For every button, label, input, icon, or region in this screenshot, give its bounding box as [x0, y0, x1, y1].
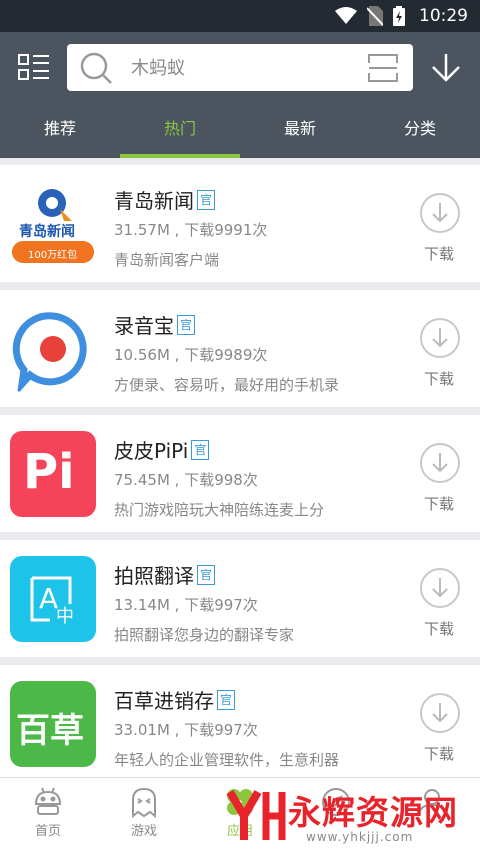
app-card[interactable]: 百草 百草进销存 官 33.01M , 下载997次 年轻人的企业管理软件，生意…: [0, 665, 480, 777]
header: 推荐 热门 最新 分类: [0, 32, 480, 158]
no-sim-icon: [367, 6, 383, 26]
nav-label: 首页: [34, 824, 61, 839]
category-menu-button[interactable]: [16, 50, 52, 86]
app-icon-baicao: 百草: [10, 681, 96, 767]
app-card[interactable]: A 中 拍照翻译 官 13.14M , 下载997次 拍照翻译您身边的翻译专家 …: [0, 540, 480, 657]
search-box[interactable]: [67, 44, 413, 91]
app-name: 青岛新闻: [114, 189, 194, 213]
official-badge: 官: [177, 314, 196, 335]
app-card[interactable]: Pi 皮皮PiPi 官 75.45M , 下载998次 热门游戏陪玩大神陪练连麦…: [0, 415, 480, 532]
qingdao-news-icon-text: 青岛新闻: [19, 224, 75, 240]
download-manager-button[interactable]: [430, 50, 462, 86]
app-list: 青岛新闻 100万红包 青岛新闻 官 31.57M , 下载9991次 青岛新闻…: [0, 158, 480, 777]
app-meta: 31.57M , 下载9991次: [114, 221, 268, 239]
download-button[interactable]: [420, 568, 460, 608]
watermark-text: 永辉资源网: [288, 793, 458, 832]
search-icon: [80, 52, 112, 84]
wifi-icon: [335, 7, 357, 24]
scan-icon[interactable]: [367, 53, 399, 83]
status-bar: 10:29: [0, 0, 480, 32]
list-menu-icon: [18, 54, 49, 80]
download-icon: [432, 703, 448, 723]
app-description: 年轻人的企业管理软件，生意利器: [114, 751, 340, 769]
official-badge: 官: [191, 439, 210, 460]
download-button[interactable]: [420, 693, 460, 733]
battery-charging-icon: [393, 6, 405, 26]
app-description: 方便录、容易听，最好用的手机录: [114, 376, 340, 394]
watermark-logo-icon: [226, 789, 286, 840]
search-input[interactable]: [131, 52, 351, 84]
download-button[interactable]: [420, 443, 460, 483]
download-icon: [432, 578, 448, 598]
app-icon-recorder: [10, 306, 96, 392]
download-button[interactable]: [420, 318, 460, 358]
official-badge: 官: [217, 689, 236, 710]
download-label[interactable]: 下载: [424, 243, 454, 264]
download-icon: [432, 453, 448, 473]
app-card[interactable]: 青岛新闻 100万红包 青岛新闻 官 31.57M , 下载9991次 青岛新闻…: [0, 165, 480, 282]
baicao-icon-text: 百草: [16, 711, 84, 751]
ghost-icon: [132, 787, 156, 818]
official-badge: 官: [197, 189, 216, 210]
robot-icon: [34, 787, 62, 815]
app-name: 百草进销存: [114, 689, 214, 713]
qingdao-news-icon-subtext: 100万红包: [28, 250, 78, 261]
download-label[interactable]: 下载: [424, 368, 454, 389]
app-card[interactable]: 录音宝 官 10.56M , 下载9989次 方便录、容易听，最好用的手机录 下…: [0, 290, 480, 407]
tab-popular[interactable]: 热门: [120, 104, 240, 158]
status-time: 10:29: [419, 6, 468, 26]
download-label[interactable]: 下载: [424, 618, 454, 639]
nav-label: 游戏: [130, 824, 157, 839]
app-icon-photo-translate: A 中: [10, 556, 96, 642]
official-badge: 官: [197, 564, 216, 585]
app-icon-pipi: Pi: [10, 431, 96, 517]
download-arrow-icon: [432, 54, 460, 82]
download-button[interactable]: [420, 193, 460, 233]
site-watermark: 永辉资源网 www.yhkjjj.com: [226, 786, 462, 848]
app-icon-qingdao-news: 青岛新闻 100万红包: [10, 181, 96, 267]
app-name: 录音宝: [114, 314, 174, 338]
watermark-url: www.yhkjjj.com: [306, 830, 414, 844]
app-meta: 13.14M , 下载997次: [114, 596, 258, 614]
app-meta: 10.56M , 下载9989次: [114, 346, 268, 364]
app-name: 皮皮PiPi: [114, 439, 189, 463]
app-description: 拍照翻译您身边的翻译专家: [114, 626, 295, 644]
record-button-icon: [12, 312, 87, 392]
download-icon: [432, 203, 448, 223]
tab-bar: 推荐 热门 最新 分类: [0, 104, 480, 158]
download-label[interactable]: 下载: [424, 743, 454, 764]
translate-icon-subtext: 中: [56, 606, 74, 627]
app-meta: 33.01M , 下载997次: [114, 721, 258, 739]
app-description: 热门游戏陪玩大神陪练连麦上分: [114, 501, 325, 519]
app-description: 青岛新闻客户端: [114, 251, 220, 269]
nav-home[interactable]: 首页: [0, 778, 96, 853]
app-meta: 75.45M , 下载998次: [114, 471, 258, 489]
tab-recommend[interactable]: 推荐: [0, 104, 120, 158]
tab-latest[interactable]: 最新: [240, 104, 360, 158]
download-icon: [432, 328, 448, 348]
pipi-icon-text: Pi: [23, 444, 75, 500]
app-name: 拍照翻译: [114, 564, 194, 588]
nav-games[interactable]: 游戏: [96, 778, 192, 853]
tab-categories[interactable]: 分类: [360, 104, 480, 158]
download-label[interactable]: 下载: [424, 493, 454, 514]
status-icons: 10:29: [335, 0, 468, 32]
